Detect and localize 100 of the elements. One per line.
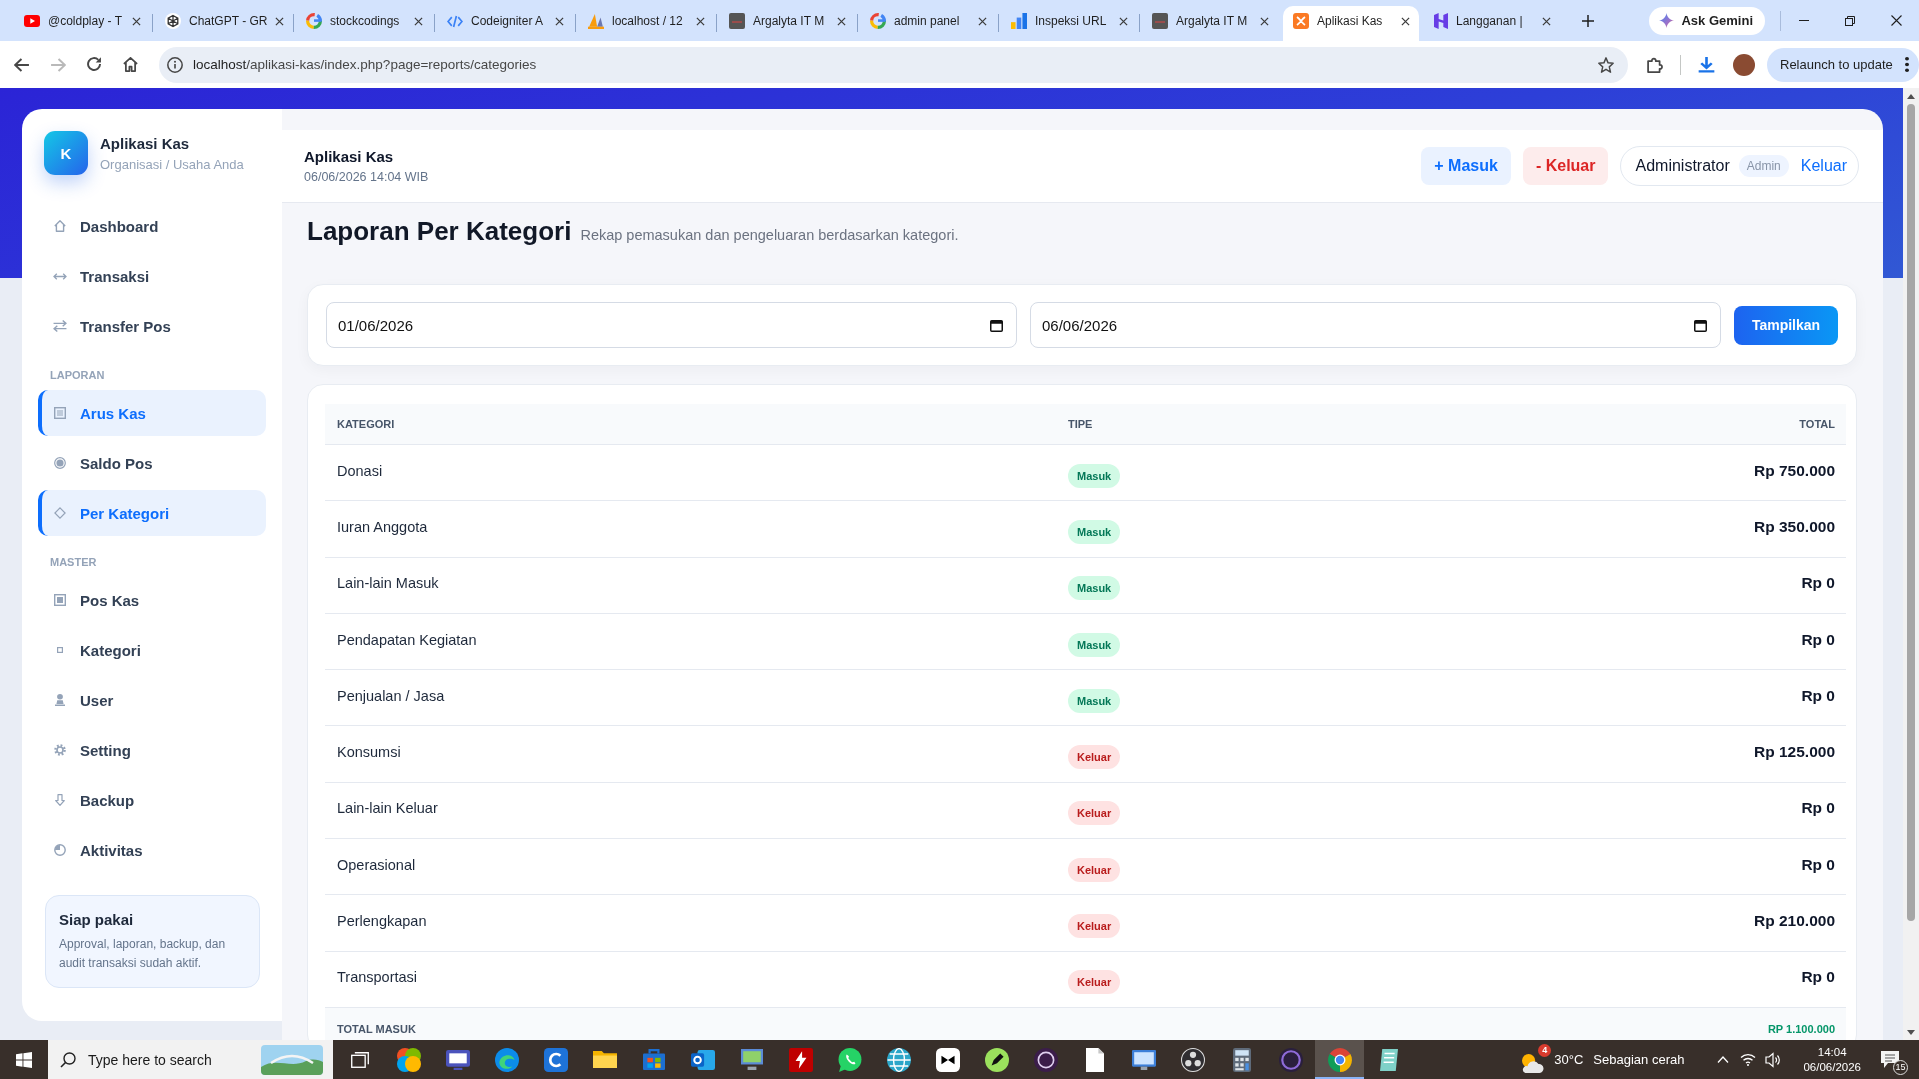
browser-tab[interactable]: Inspeksi URL (1001, 6, 1137, 41)
close-icon[interactable] (132, 16, 141, 26)
add-income-button[interactable]: + Masuk (1421, 147, 1511, 185)
ring-icon (870, 13, 886, 29)
disc-icon[interactable] (1033, 1047, 1058, 1072)
nav-item[interactable]: Transaksi (38, 253, 266, 299)
close-icon[interactable] (837, 16, 846, 26)
add-expense-button[interactable]: - Keluar (1522, 147, 1609, 185)
nav-item[interactable]: Per Kategori (38, 490, 266, 536)
square-icon (54, 594, 66, 606)
total-amount: Rp 0 (1801, 799, 1836, 819)
close-icon[interactable] (414, 16, 423, 26)
swap-arrows-icon (53, 320, 67, 332)
more-icon[interactable] (1904, 57, 1909, 72)
close-icon[interactable] (1260, 16, 1269, 26)
close-icon[interactable] (1890, 15, 1902, 26)
task-view-icon[interactable] (350, 1051, 369, 1068)
avatar-icon[interactable] (1733, 53, 1755, 76)
chevron-up-icon[interactable] (1716, 1056, 1729, 1063)
puzzle-icon[interactable] (1647, 56, 1663, 73)
globe-icon[interactable] (886, 1047, 911, 1072)
bolt-tile-icon[interactable] (788, 1047, 813, 1072)
show-report-button[interactable]: Tampilkan (1734, 305, 1838, 345)
info-icon[interactable] (167, 56, 183, 73)
nav-item[interactable]: Arus Kas (38, 390, 266, 436)
restore-icon[interactable] (1845, 15, 1855, 26)
chat-bubble-icon[interactable] (837, 1047, 862, 1072)
aperture-icon[interactable] (1180, 1047, 1205, 1072)
browser-tab[interactable]: stockcodings (296, 6, 432, 41)
taskbar-button[interactable] (1315, 1040, 1364, 1079)
folder-icon[interactable] (592, 1051, 617, 1068)
back-icon[interactable] (14, 57, 30, 72)
nav-item[interactable]: Pos Kas (38, 577, 266, 623)
date-field[interactable]: 01/06/2026 (326, 302, 1017, 348)
address-bar[interactable]: localhost/aplikasi-kas/index.php?page=reports/categories (159, 46, 1628, 83)
plus-icon[interactable] (1582, 14, 1594, 27)
bowtie-tile-icon[interactable] (935, 1047, 960, 1072)
scroll-down-icon[interactable] (1907, 1029, 1915, 1035)
shopping-bag-icon[interactable] (642, 1049, 665, 1070)
close-icon[interactable] (1119, 16, 1128, 26)
browser-tab[interactable]: Argalyta IT M (719, 6, 855, 41)
browser-tab[interactable]: Argalyta IT M (1142, 6, 1278, 41)
bar-chart-icon (1011, 13, 1027, 29)
browser-tab[interactable]: Aplikasi Kas (1283, 6, 1419, 41)
flower-icon[interactable] (396, 1047, 421, 1072)
wifi-icon[interactable] (1739, 1053, 1756, 1066)
windows-logo-icon[interactable] (16, 1051, 32, 1068)
browser-tab[interactable]: localhost / 12 (578, 6, 714, 41)
calendar-icon[interactable] (990, 318, 1003, 332)
nav-item[interactable]: Dashboard (38, 203, 266, 249)
nav-item[interactable]: User (38, 677, 266, 723)
pen-icon[interactable] (984, 1047, 1009, 1072)
reload-icon[interactable] (86, 57, 102, 72)
relaunch-button[interactable]: Relaunch to update (1767, 47, 1919, 82)
browser-tab[interactable]: ChatGPT - GR (155, 6, 291, 41)
nav-item[interactable]: Aktivitas (38, 827, 266, 873)
role-tag: Admin (1738, 155, 1789, 177)
category-name: Donasi (336, 462, 384, 481)
browser-tab[interactable]: Codeigniter A (437, 6, 573, 41)
date-field[interactable]: 06/06/2026 (1030, 302, 1721, 348)
scrollbar-track[interactable] (1903, 88, 1919, 1040)
nav-item[interactable]: Backup (38, 777, 266, 823)
speaker-icon[interactable] (1764, 1051, 1781, 1068)
arc-tile-icon[interactable] (543, 1047, 568, 1072)
close-icon[interactable] (555, 16, 564, 26)
search-field[interactable]: Type here to search (48, 1040, 333, 1079)
nav-item[interactable]: Transfer Pos (38, 303, 266, 349)
nav-item[interactable]: Kategori (38, 627, 266, 673)
mail-icon[interactable] (690, 1049, 715, 1070)
section-heading: MASTER (49, 555, 98, 570)
browser-tab[interactable]: admin panel (860, 6, 996, 41)
weather-icon[interactable] (1522, 1053, 1545, 1073)
star-icon[interactable] (1598, 56, 1614, 73)
download-icon[interactable] (1697, 56, 1715, 73)
scrollbar-thumb[interactable] (1907, 104, 1915, 921)
logout-link[interactable]: Keluar (1800, 157, 1847, 175)
close-icon[interactable] (978, 16, 987, 26)
ask-gemini-button[interactable]: Ask Gemini (1649, 6, 1765, 35)
scroll-up-icon[interactable] (1907, 93, 1915, 99)
close-icon[interactable] (1401, 16, 1410, 26)
calculator-icon[interactable] (1232, 1047, 1251, 1072)
display-icon[interactable] (1131, 1049, 1156, 1070)
swirl-icon[interactable] (494, 1047, 519, 1072)
segmented-circle-icon[interactable] (1327, 1047, 1352, 1072)
nav-item[interactable]: Saldo Pos (38, 440, 266, 486)
close-icon[interactable] (696, 16, 705, 26)
nav-item[interactable]: Setting (38, 727, 266, 773)
document-icon[interactable] (1085, 1047, 1104, 1072)
ring-icon[interactable] (1278, 1047, 1303, 1072)
browser-tab[interactable]: Langganan | (1424, 6, 1560, 41)
close-icon[interactable] (1542, 16, 1551, 26)
close-icon[interactable] (275, 16, 285, 26)
monitor-icon[interactable] (445, 1049, 470, 1070)
computer-icon[interactable] (740, 1049, 763, 1070)
browser-tab[interactable]: @coldplay - T (14, 6, 150, 41)
notepad-icon[interactable] (1379, 1048, 1398, 1071)
home-icon[interactable] (122, 57, 138, 72)
cross-tile-icon (1293, 13, 1309, 29)
calendar-icon[interactable] (1694, 318, 1707, 332)
clock-icon (54, 844, 66, 856)
